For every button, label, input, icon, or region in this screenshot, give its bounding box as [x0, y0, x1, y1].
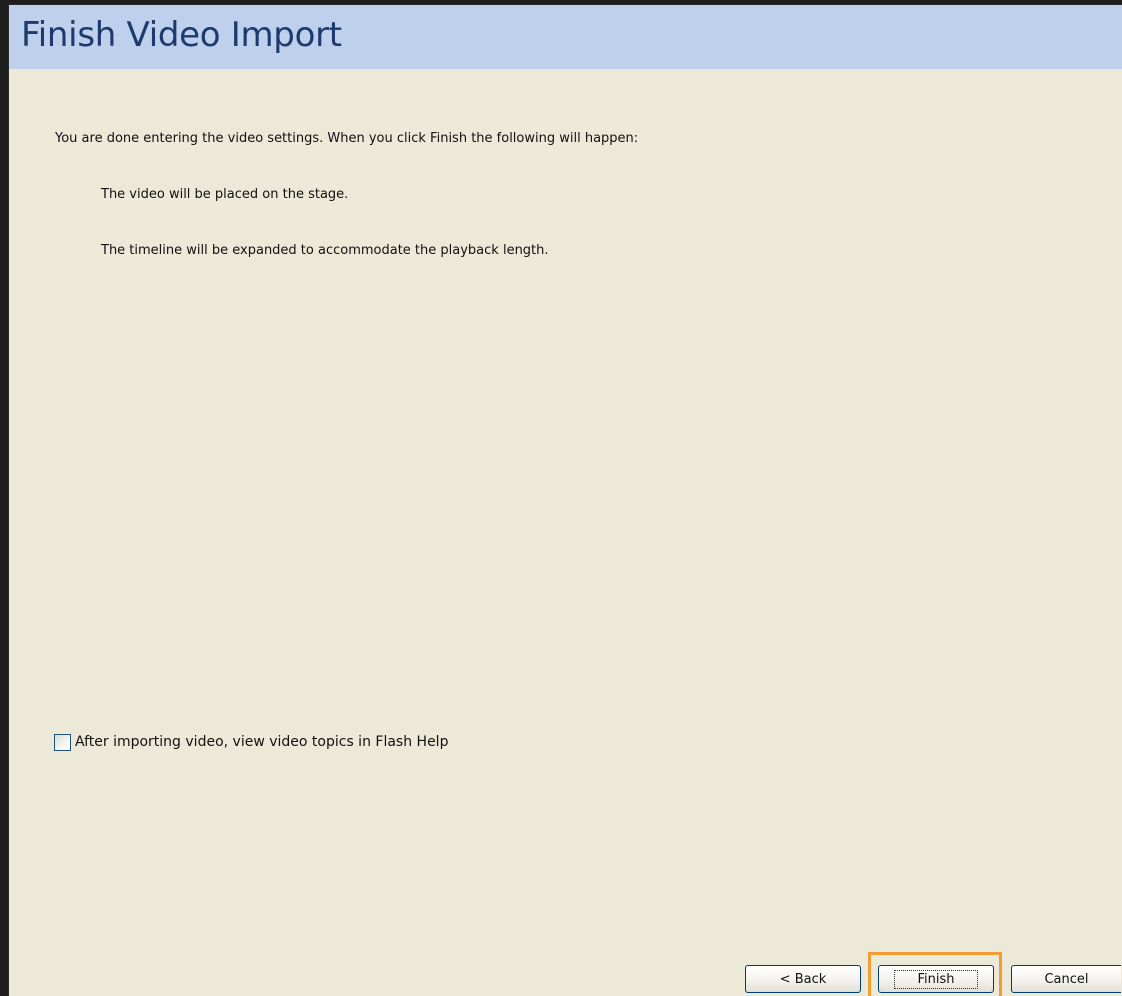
intro-text: You are done entering the video settings…	[55, 131, 639, 146]
view-help-label[interactable]: After importing video, view video topics…	[75, 734, 448, 750]
video-import-wizard-window: Finish Video Import You are done enterin…	[8, 4, 1122, 996]
summary-item-stage: The video will be placed on the stage.	[101, 187, 349, 202]
back-button[interactable]: < Back	[745, 965, 861, 993]
summary-item-timeline: The timeline will be expanded to accommo…	[101, 243, 549, 258]
wizard-header: Finish Video Import	[9, 5, 1122, 69]
view-help-checkbox[interactable]	[54, 733, 71, 751]
cancel-button[interactable]: Cancel	[1011, 965, 1121, 993]
back-button-label: < Back	[779, 971, 827, 987]
view-help-option[interactable]: After importing video, view video topics…	[54, 732, 448, 752]
cancel-button-label: Cancel	[1044, 971, 1089, 987]
finish-button-label: Finish	[894, 969, 978, 989]
wizard-title: Finish Video Import	[21, 15, 342, 55]
finish-button[interactable]: Finish	[878, 965, 994, 993]
